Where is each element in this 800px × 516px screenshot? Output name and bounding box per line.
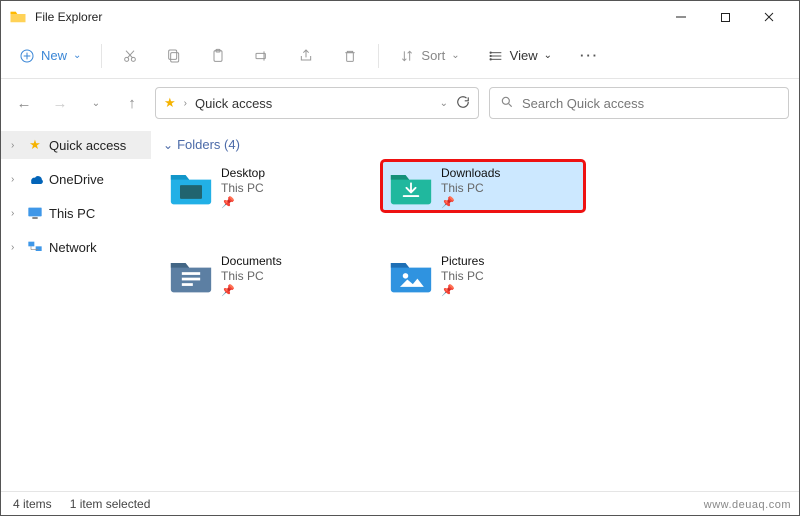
- command-bar: New ⌄ Sort ⌄ View ⌄ ···: [1, 33, 799, 79]
- recent-button[interactable]: ⌄: [83, 90, 109, 116]
- sort-button-label: Sort: [421, 48, 445, 63]
- nav-row: ← → ⌄ ↑ ★ › Quick access ⌄ Search Quick …: [1, 79, 799, 127]
- share-button[interactable]: [288, 44, 324, 68]
- network-icon: [27, 239, 43, 255]
- folder-location: This PC: [221, 269, 282, 284]
- documents-folder-icon: [169, 254, 213, 294]
- delete-button[interactable]: [332, 44, 368, 68]
- up-button[interactable]: ↑: [119, 90, 145, 116]
- new-button[interactable]: New ⌄: [9, 44, 91, 68]
- sidebar-item-quick-access[interactable]: › ★ Quick access: [1, 131, 151, 159]
- folder-item-desktop[interactable]: Desktop This PC 📌: [163, 162, 363, 210]
- sidebar-item-onedrive[interactable]: › OneDrive: [1, 165, 151, 193]
- chevron-down-icon: ⌄: [163, 138, 173, 152]
- address-bar[interactable]: ★ › Quick access ⌄: [155, 87, 479, 119]
- sidebar-item-label: OneDrive: [49, 172, 104, 187]
- sidebar-item-label: Network: [49, 240, 97, 255]
- sidebar-item-network[interactable]: › Network: [1, 233, 151, 261]
- this-pc-icon: [27, 205, 43, 221]
- forward-button[interactable]: →: [47, 90, 73, 116]
- maximize-button[interactable]: [703, 1, 747, 33]
- folder-item-pictures[interactable]: Pictures This PC 📌: [383, 250, 583, 298]
- sort-button[interactable]: Sort ⌄: [389, 44, 469, 68]
- paste-button[interactable]: [200, 44, 236, 68]
- back-button[interactable]: ←: [11, 90, 37, 116]
- address-location: Quick access: [195, 96, 272, 111]
- titlebar: File Explorer: [1, 1, 799, 33]
- folder-location: This PC: [441, 269, 484, 284]
- pin-icon: 📌: [441, 284, 484, 299]
- chevron-right-icon: ›: [11, 242, 21, 253]
- chevron-down-icon[interactable]: ⌄: [440, 98, 448, 109]
- desktop-folder-icon: [169, 166, 213, 206]
- separator: [378, 44, 379, 68]
- view-button[interactable]: View ⌄: [478, 44, 562, 68]
- window-controls: [659, 1, 791, 33]
- new-button-label: New: [41, 48, 67, 63]
- onedrive-icon: [27, 171, 43, 187]
- sidebar-item-label: Quick access: [49, 138, 126, 153]
- folder-location: This PC: [221, 181, 265, 196]
- folder-name: Documents: [221, 254, 282, 269]
- chevron-down-icon: ⌄: [73, 50, 81, 61]
- chevron-down-icon: ⌄: [451, 50, 459, 61]
- chevron-right-icon: ›: [11, 208, 21, 219]
- folder-name: Desktop: [221, 166, 265, 181]
- folder-name: Pictures: [441, 254, 484, 269]
- sidebar-item-this-pc[interactable]: › This PC: [1, 199, 151, 227]
- star-icon: ★: [27, 137, 43, 153]
- search-input[interactable]: Search Quick access: [489, 87, 789, 119]
- pin-icon: 📌: [441, 196, 500, 211]
- chevron-down-icon: ⌄: [544, 50, 552, 61]
- main-pane: ⌄ Folders (4) Desktop This PC 📌 Dow: [151, 127, 799, 491]
- chevron-right-icon: ›: [11, 174, 21, 185]
- search-placeholder: Search Quick access: [522, 96, 644, 111]
- folder-app-icon: [9, 8, 27, 26]
- sidebar-item-label: This PC: [49, 206, 95, 221]
- minimize-button[interactable]: [659, 1, 703, 33]
- sidebar: › ★ Quick access › OneDrive › This PC › …: [1, 127, 151, 491]
- window-title: File Explorer: [35, 10, 102, 24]
- body: › ★ Quick access › OneDrive › This PC › …: [1, 127, 799, 491]
- status-bar: 4 items 1 item selected: [1, 491, 799, 515]
- folder-location: This PC: [441, 181, 500, 196]
- folders-section-header[interactable]: ⌄ Folders (4): [163, 137, 787, 152]
- folder-item-documents[interactable]: Documents This PC 📌: [163, 250, 363, 298]
- rename-button[interactable]: [244, 44, 280, 68]
- view-button-label: View: [510, 48, 538, 63]
- copy-button[interactable]: [156, 44, 192, 68]
- star-icon: ★: [164, 95, 176, 111]
- pin-icon: 📌: [221, 196, 265, 211]
- status-selected-count: 1 item selected: [70, 497, 151, 511]
- breadcrumb-separator: ›: [184, 98, 187, 109]
- cut-button[interactable]: [112, 44, 148, 68]
- folder-name: Downloads: [441, 166, 500, 181]
- more-button[interactable]: ···: [570, 44, 609, 67]
- pin-icon: 📌: [221, 284, 282, 299]
- separator: [101, 44, 102, 68]
- watermark: www.deuaq.com: [704, 499, 791, 511]
- close-button[interactable]: [747, 1, 791, 33]
- pictures-folder-icon: [389, 254, 433, 294]
- status-item-count: 4 items: [13, 497, 52, 511]
- section-label: Folders (4): [177, 137, 240, 152]
- search-icon: [500, 95, 514, 112]
- chevron-right-icon: ›: [11, 140, 21, 151]
- downloads-folder-icon: [389, 166, 433, 206]
- refresh-icon[interactable]: [456, 95, 470, 112]
- folder-item-downloads[interactable]: Downloads This PC 📌: [383, 162, 583, 210]
- folders-grid: Desktop This PC 📌 Downloads This PC 📌: [163, 162, 787, 298]
